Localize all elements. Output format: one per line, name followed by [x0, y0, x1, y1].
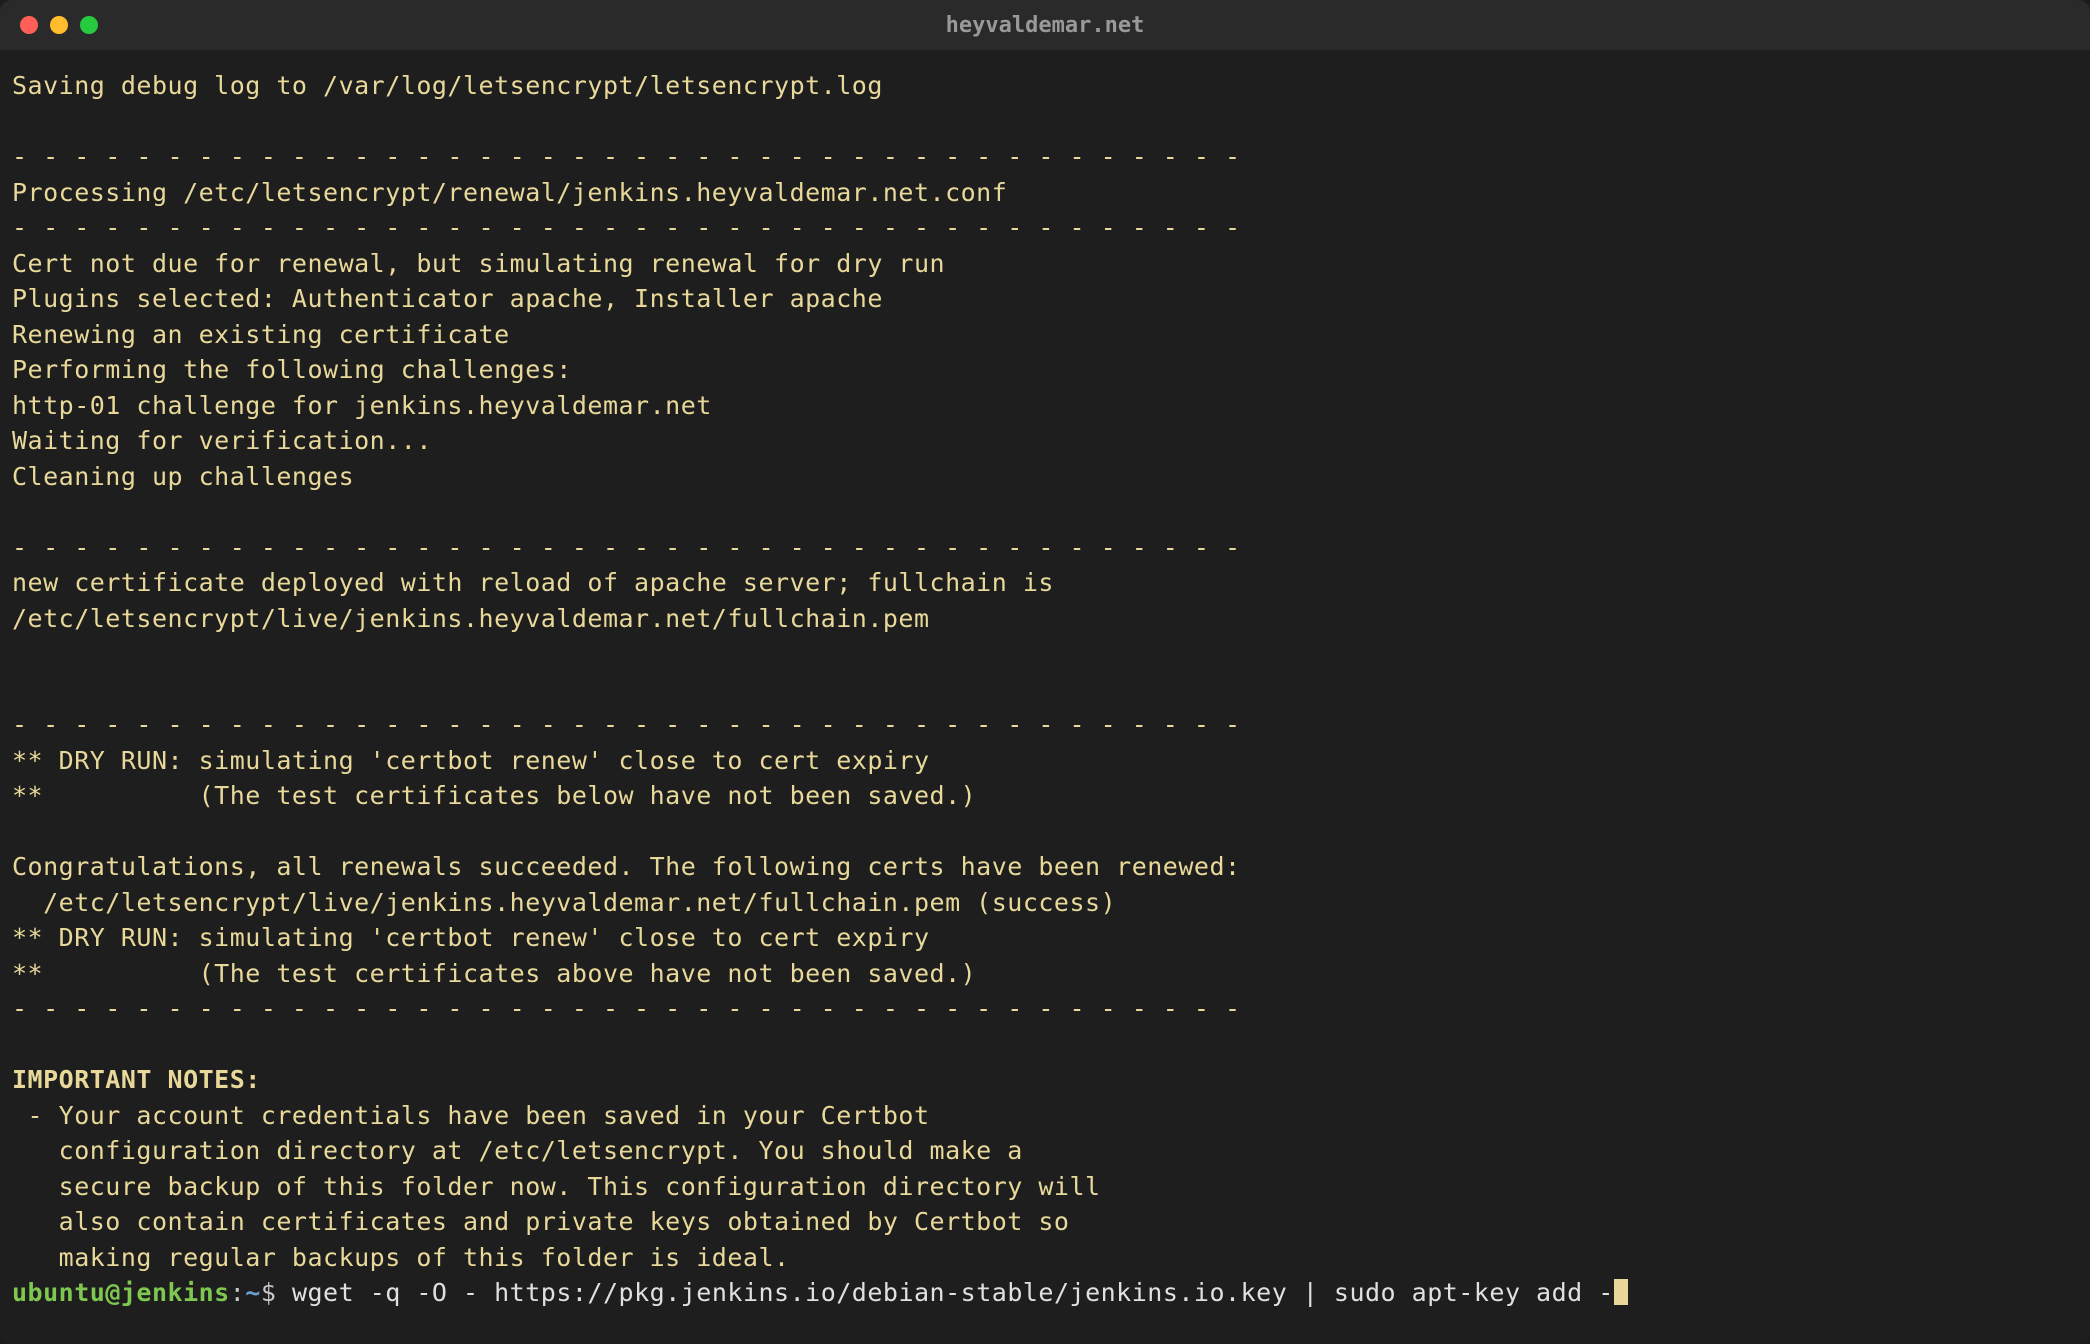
zoom-button[interactable]	[80, 16, 98, 34]
terminal-line: - Your account credentials have been sav…	[12, 1101, 930, 1130]
terminal-line: - - - - - - - - - - - - - - - - - - - - …	[12, 710, 1241, 739]
window-title: heyvaldemar.net	[946, 13, 1145, 38]
terminal-line: Cleaning up challenges	[12, 462, 354, 491]
prompt-colon: :	[230, 1278, 246, 1307]
terminal-line: ** (The test certificates above have not…	[12, 959, 976, 988]
terminal-line: Performing the following challenges:	[12, 355, 572, 384]
terminal-line: Renewing an existing certificate	[12, 320, 510, 349]
important-notes-header: IMPORTANT NOTES:	[12, 1065, 261, 1094]
terminal-line: Saving debug log to /var/log/letsencrypt…	[12, 71, 883, 100]
prompt-symbol: $	[261, 1278, 277, 1307]
terminal-line: /etc/letsencrypt/live/jenkins.heyvaldema…	[12, 604, 930, 633]
terminal-window: heyvaldemar.net Saving debug log to /var…	[0, 0, 2090, 1344]
terminal-line: Cert not due for renewal, but simulating…	[12, 249, 945, 278]
terminal-line: secure backup of this folder now. This c…	[12, 1172, 1101, 1201]
terminal-line: - - - - - - - - - - - - - - - - - - - - …	[12, 142, 1241, 171]
cursor	[1614, 1279, 1628, 1305]
terminal-line: Congratulations, all renewals succeeded.…	[12, 852, 1241, 881]
terminal-line: Plugins selected: Authenticator apache, …	[12, 284, 883, 313]
terminal-line: Waiting for verification...	[12, 426, 432, 455]
prompt-path: ~	[245, 1278, 261, 1307]
terminal-line: configuration directory at /etc/letsencr…	[12, 1136, 1023, 1165]
terminal-line: ** DRY RUN: simulating 'certbot renew' c…	[12, 746, 930, 775]
terminal-line: Processing /etc/letsencrypt/renewal/jenk…	[12, 178, 1007, 207]
command-input[interactable]: wget -q -O - https://pkg.jenkins.io/debi…	[276, 1278, 1613, 1307]
terminal-line: http-01 challenge for jenkins.heyvaldema…	[12, 391, 712, 420]
traffic-lights	[20, 16, 98, 34]
terminal-line: - - - - - - - - - - - - - - - - - - - - …	[12, 994, 1241, 1023]
terminal-body[interactable]: Saving debug log to /var/log/letsencrypt…	[0, 50, 2090, 1344]
prompt-line: ubuntu@jenkins:~$ wget -q -O - https://p…	[12, 1278, 1628, 1307]
close-button[interactable]	[20, 16, 38, 34]
terminal-line: - - - - - - - - - - - - - - - - - - - - …	[12, 533, 1241, 562]
terminal-line: also contain certificates and private ke…	[12, 1207, 1070, 1236]
terminal-line: making regular backups of this folder is…	[12, 1243, 790, 1272]
window-titlebar: heyvaldemar.net	[0, 0, 2090, 50]
minimize-button[interactable]	[50, 16, 68, 34]
terminal-line: ** (The test certificates below have not…	[12, 781, 976, 810]
terminal-line: ** DRY RUN: simulating 'certbot renew' c…	[12, 923, 930, 952]
terminal-line: - - - - - - - - - - - - - - - - - - - - …	[12, 213, 1241, 242]
prompt-user-host: ubuntu@jenkins	[12, 1278, 230, 1307]
terminal-line: new certificate deployed with reload of …	[12, 568, 1054, 597]
terminal-line: /etc/letsencrypt/live/jenkins.heyvaldema…	[12, 888, 1116, 917]
